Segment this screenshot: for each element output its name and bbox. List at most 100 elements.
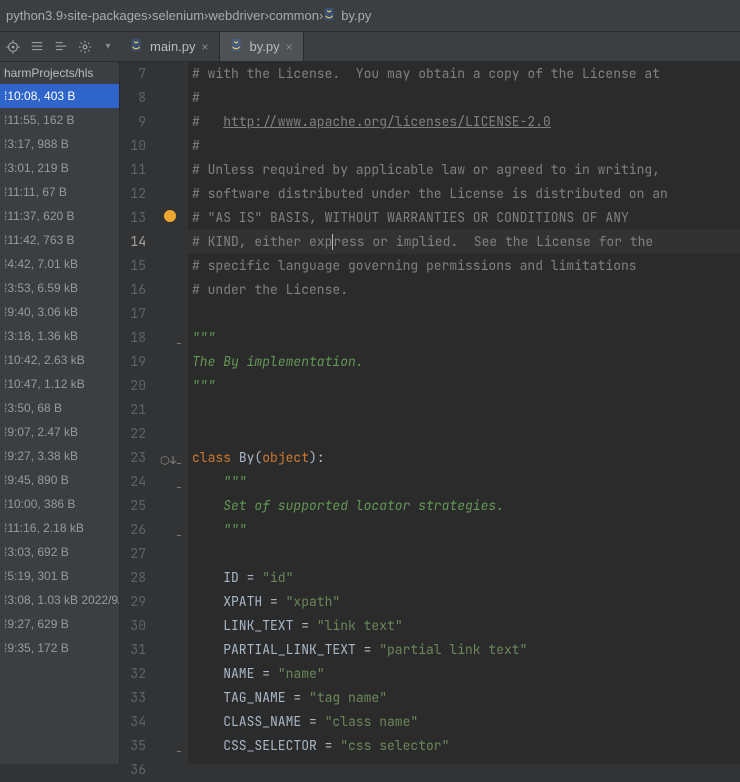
line-number[interactable]: 9 [120, 110, 160, 134]
code-line[interactable]: # specific language governing permission… [188, 254, 740, 278]
line-number[interactable]: 35 [120, 734, 160, 758]
line-number[interactable]: 20 [120, 374, 160, 398]
line-number[interactable]: 36 [120, 758, 160, 782]
collapse-all-icon[interactable] [54, 39, 68, 55]
code-line[interactable] [188, 422, 740, 446]
history-entry[interactable]: ⁞11:16, 2.18 kB [0, 516, 119, 540]
gutter-mark[interactable] [160, 86, 188, 110]
code-line[interactable]: # software distributed under the License… [188, 182, 740, 206]
line-number[interactable]: 32 [120, 662, 160, 686]
code-line[interactable]: PARTIAL_LINK_TEXT = "partial link text" [188, 638, 740, 662]
gutter-mark[interactable] [160, 254, 188, 278]
code-line[interactable]: """ [188, 518, 740, 542]
line-number[interactable]: 10 [120, 134, 160, 158]
code-line[interactable]: """ [188, 326, 740, 350]
code-line[interactable]: # with the License. You may obtain a cop… [188, 62, 740, 86]
gutter-mark[interactable] [160, 374, 188, 398]
history-entry[interactable]: ⁞9:27, 629 B [0, 612, 119, 636]
history-entry[interactable]: ⁞10:00, 386 B [0, 492, 119, 516]
history-entry[interactable]: ⁞10:08, 403 B [0, 84, 119, 108]
gutter-mark[interactable] [160, 566, 188, 590]
history-entry[interactable]: ⁞9:40, 3.06 kB [0, 300, 119, 324]
gutter-mark[interactable] [160, 206, 188, 230]
gutter-mark[interactable]: – [160, 518, 188, 542]
code-line[interactable]: TAG_NAME = "tag name" [188, 686, 740, 710]
gutter-mark[interactable] [160, 110, 188, 134]
code-line[interactable]: XPATH = "xpath" [188, 590, 740, 614]
editor-tab[interactable]: by.py× [220, 32, 304, 61]
line-number[interactable]: 28 [120, 566, 160, 590]
code-line[interactable]: """ [188, 374, 740, 398]
line-number[interactable]: 34 [120, 710, 160, 734]
line-number[interactable]: 12 [120, 182, 160, 206]
code-line[interactable]: # [188, 134, 740, 158]
code-line[interactable]: CLASS_NAME = "class name" [188, 710, 740, 734]
gutter-mark[interactable] [160, 350, 188, 374]
history-entry[interactable]: ⁞4:42, 7.01 kB [0, 252, 119, 276]
line-number[interactable]: 29 [120, 590, 160, 614]
line-number[interactable]: 18 [120, 326, 160, 350]
history-entry[interactable]: ⁞11:37, 620 B [0, 204, 119, 228]
history-entry[interactable]: ⁞9:07, 2.47 kB [0, 420, 119, 444]
history-entry[interactable]: ⁞3:50, 68 B [0, 396, 119, 420]
code-line[interactable] [188, 398, 740, 422]
line-number[interactable]: 24 [120, 470, 160, 494]
code-line[interactable]: # http://www.apache.org/licenses/LICENSE… [188, 110, 740, 134]
history-entry[interactable]: ⁞11:11, 67 B [0, 180, 119, 204]
gutter-mark[interactable] [160, 230, 188, 254]
close-icon[interactable]: × [202, 40, 209, 54]
line-number[interactable]: 31 [120, 638, 160, 662]
breadcrumb-item[interactable]: site-packages [67, 8, 147, 23]
gutter-mark[interactable] [160, 662, 188, 686]
history-entry[interactable]: ⁞3:03, 692 B [0, 540, 119, 564]
chevron-down-icon[interactable]: ▾ [102, 39, 114, 55]
code-line[interactable]: # "AS IS" BASIS, WITHOUT WARRANTIES OR C… [188, 206, 740, 230]
line-number[interactable]: 26 [120, 518, 160, 542]
line-number[interactable]: 7 [120, 62, 160, 86]
gutter-mark[interactable] [160, 422, 188, 446]
gutter-mark[interactable] [160, 542, 188, 566]
code-line[interactable] [188, 542, 740, 566]
line-number[interactable]: 25 [120, 494, 160, 518]
history-entry[interactable]: ⁞9:45, 890 B [0, 468, 119, 492]
gutter-mark[interactable] [160, 494, 188, 518]
line-number[interactable]: 15 [120, 254, 160, 278]
gutter-mark[interactable] [160, 278, 188, 302]
code-line[interactable]: Set of supported locator strategies. [188, 494, 740, 518]
line-number[interactable]: 17 [120, 302, 160, 326]
breadcrumb-item[interactable]: common [269, 8, 319, 23]
code-line[interactable]: NAME = "name" [188, 662, 740, 686]
code-line[interactable]: The By implementation. [188, 350, 740, 374]
code-line[interactable] [188, 302, 740, 326]
line-number[interactable]: 22 [120, 422, 160, 446]
line-number[interactable]: 16 [120, 278, 160, 302]
history-entry[interactable]: ⁞3:08, 1.03 kB 2022/9/ [0, 588, 119, 612]
history-entry[interactable]: ⁞3:01, 219 B [0, 156, 119, 180]
gutter-mark[interactable]: ⬡↓– [160, 446, 188, 470]
breadcrumb-item[interactable]: by.py [323, 7, 371, 24]
history-entry[interactable]: ⁞3:17, 988 B [0, 132, 119, 156]
history-entry[interactable]: ⁞3:53, 6.59 kB [0, 276, 119, 300]
breadcrumb-item[interactable]: webdriver [208, 8, 264, 23]
line-number[interactable]: 30 [120, 614, 160, 638]
code-line[interactable]: """ [188, 470, 740, 494]
line-number[interactable]: 8 [120, 86, 160, 110]
gutter-mark[interactable] [160, 62, 188, 86]
code-line[interactable]: class By(object): [188, 446, 740, 470]
code-editor[interactable]: 7 # with the License. You may obtain a co… [120, 62, 740, 764]
line-number[interactable]: 21 [120, 398, 160, 422]
history-entry[interactable]: ⁞11:55, 162 B [0, 108, 119, 132]
code-line[interactable]: CSS_SELECTOR = "css selector" [188, 734, 740, 758]
gutter-mark[interactable] [160, 614, 188, 638]
gutter-mark[interactable] [160, 158, 188, 182]
gutter-mark[interactable] [160, 398, 188, 422]
gutter-mark[interactable]: – [160, 734, 188, 758]
breadcrumb-item[interactable]: selenium [152, 8, 204, 23]
code-line[interactable]: # [188, 86, 740, 110]
breadcrumb-item[interactable]: python3.9 [6, 8, 63, 23]
code-line[interactable]: # KIND, either express or implied. See t… [188, 230, 740, 254]
history-entry[interactable]: ⁞10:47, 1.12 kB [0, 372, 119, 396]
line-number[interactable]: 23 [120, 446, 160, 470]
history-entry[interactable]: ⁞10:42, 2.63 kB [0, 348, 119, 372]
code-line[interactable] [188, 758, 740, 782]
